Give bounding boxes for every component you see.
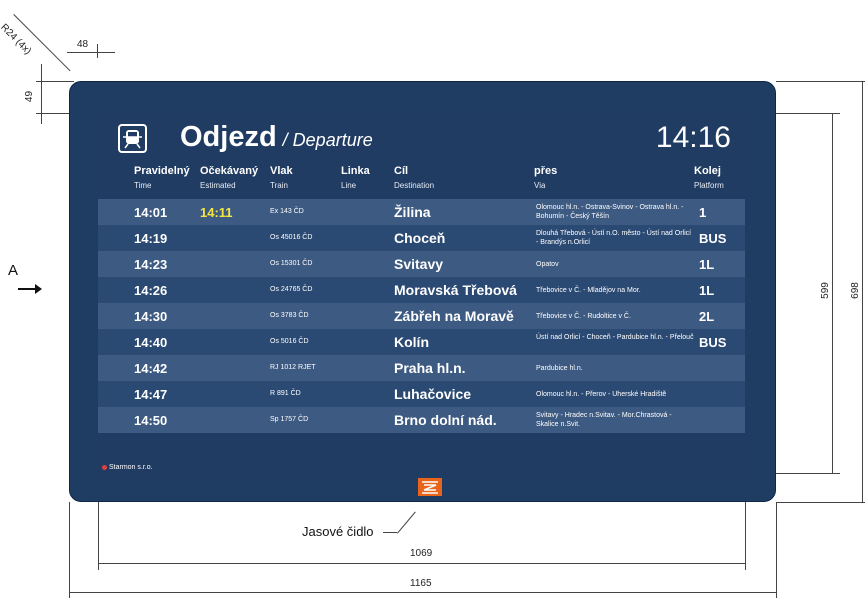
cell-platform: BUS <box>699 231 727 246</box>
cell-train: Os 45016 ČD <box>270 234 313 241</box>
cell-time: 14:50 <box>134 413 168 428</box>
departure-board: Odjezd / Departure 14:16 Pravidelný Time O… <box>98 113 745 473</box>
cell-via: Ústí nad Orlicí - Choceň - Pardubice hl.… <box>536 334 694 341</box>
cell-destination: Svitavy <box>394 256 444 272</box>
table-row: 14:23 Os 15301 ČD Svitavy Opatov 1L <box>98 251 745 277</box>
dim-total-width-label: 1165 <box>410 578 432 589</box>
cell-train: Sp 1757 ČD <box>270 416 309 423</box>
cell-train: Os 15301 ČD <box>270 260 313 267</box>
cell-destination: Kolín <box>394 334 429 350</box>
table-row: 14:42 RJ 1012 RJET Praha hl.n. Pardubice hl… <box>98 355 745 381</box>
cell-platform: 1L <box>699 257 715 272</box>
brand-dot-icon <box>102 464 107 470</box>
cell-time: 14:30 <box>134 309 168 324</box>
cell-destination: Choceň <box>394 230 446 246</box>
table-row: 14:19 Os 45016 ČD Choceň Dlouhá Třebová - Ú… <box>98 225 745 251</box>
cell-platform: BUS <box>699 335 727 350</box>
section-label: A <box>8 262 19 279</box>
train-icon <box>118 124 147 153</box>
board-title-main: Odjezd <box>180 121 277 153</box>
cell-time: 14:47 <box>134 387 168 402</box>
table-row: 14:01 14:11 Ex 143 ČD Žilina Olomouc hl.n. -… <box>98 199 745 225</box>
board-subtitle: / Departure <box>282 130 373 150</box>
cell-destination: Žilina <box>394 204 431 220</box>
col-via: přes Via <box>534 165 558 190</box>
light-sensor-icon <box>418 478 442 496</box>
table-row: 14:50 Sp 1757 ČD Brno dolní nád. Svitavy - … <box>98 407 745 433</box>
cell-train: Os 3783 ČD <box>270 312 309 319</box>
footer-brand: Starmon s.r.o. <box>102 464 153 471</box>
cell-time: 14:40 <box>134 335 168 350</box>
sensor-label: Jasové čidlo <box>302 524 374 539</box>
table-row: 14:47 R 891 ČD Luhačovice Olomouc hl.n. - P… <box>98 381 745 407</box>
cell-train: Os 5016 ČD <box>270 338 309 345</box>
col-destination: Cíl Destination <box>394 165 435 190</box>
col-train: Vlak Train <box>270 165 293 190</box>
cell-platform: 1 <box>699 205 707 220</box>
cell-train: Ex 143 ČD <box>270 208 304 215</box>
cell-time: 14:23 <box>134 257 168 272</box>
cell-via: Opatov <box>536 261 559 268</box>
col-platform: Kolej Platform <box>694 165 724 190</box>
cell-time: 14:42 <box>134 361 168 376</box>
dim-screen-width-label: 1069 <box>410 548 433 559</box>
cell-destination: Zábřeh na Moravě <box>394 308 514 324</box>
dim-left-offset-label: 49 <box>24 90 36 103</box>
cell-time: 14:01 <box>134 205 168 220</box>
cell-via: Olomouc hl.n. - Ostrava-Svinov - Ostrava… <box>536 204 684 220</box>
dim-total-height-label: 698 <box>849 282 861 299</box>
cell-train: Os 24765 ČD <box>270 286 313 293</box>
cell-via: Svitavy - Hradec n.Svitav. - Mor.Chrasto… <box>536 412 672 428</box>
footer-text: Starmon s.r.o. <box>109 464 153 471</box>
column-headers: Pravidelný Time Očekávaný Estimated Vlak Tr… <box>98 165 745 195</box>
cell-via: Dlouhá Třebová - Ústí n.O. město - Ústí … <box>536 230 692 246</box>
col-time: Pravidelný Time <box>134 165 190 190</box>
table-row: 14:26 Os 24765 ČD Moravská Třebová Třebovic… <box>98 277 745 303</box>
cell-via: Olomouc hl.n. - Přerov - Uherské Hradišt… <box>536 391 667 398</box>
cell-platform: 2L <box>699 309 715 324</box>
board-clock: 14:16 <box>655 121 731 154</box>
cell-train: RJ 1012 RJET <box>270 364 316 371</box>
cell-time: 14:26 <box>134 283 168 298</box>
cell-destination: Brno dolní nád. <box>394 412 497 428</box>
cell-estimated: 14:11 <box>200 205 233 220</box>
cell-destination: Moravská Třebová <box>394 282 517 298</box>
section-arrow-icon <box>18 284 42 294</box>
board-title: Odjezd / Departure <box>180 121 373 154</box>
dim-screen-height-label: 599 <box>819 282 831 299</box>
cell-destination: Praha hl.n. <box>394 360 466 376</box>
table-row: 14:30 Os 3783 ČD Zábřeh na Moravě Třebovice… <box>98 303 745 329</box>
cell-time: 14:19 <box>134 231 168 246</box>
cell-destination: Luhačovice <box>394 386 472 402</box>
cell-via: Třebovice v Č. - Rudoltice v Č. <box>536 313 631 320</box>
cell-train: R 891 ČD <box>270 390 301 397</box>
cell-via: Pardubice hl.n. <box>536 365 583 372</box>
dim-top-offset-label: 48 <box>77 39 89 50</box>
cell-via: Třebovice v Č. - Mladějov na Mor. <box>536 287 641 294</box>
table-row: 14:40 Os 5016 ČD Kolín Ústí nad Orlicí - Ch… <box>98 329 745 355</box>
cell-platform: 1L <box>699 283 715 298</box>
col-line: Linka Line <box>341 165 370 190</box>
col-estimated: Očekávaný Estimated <box>200 165 259 190</box>
